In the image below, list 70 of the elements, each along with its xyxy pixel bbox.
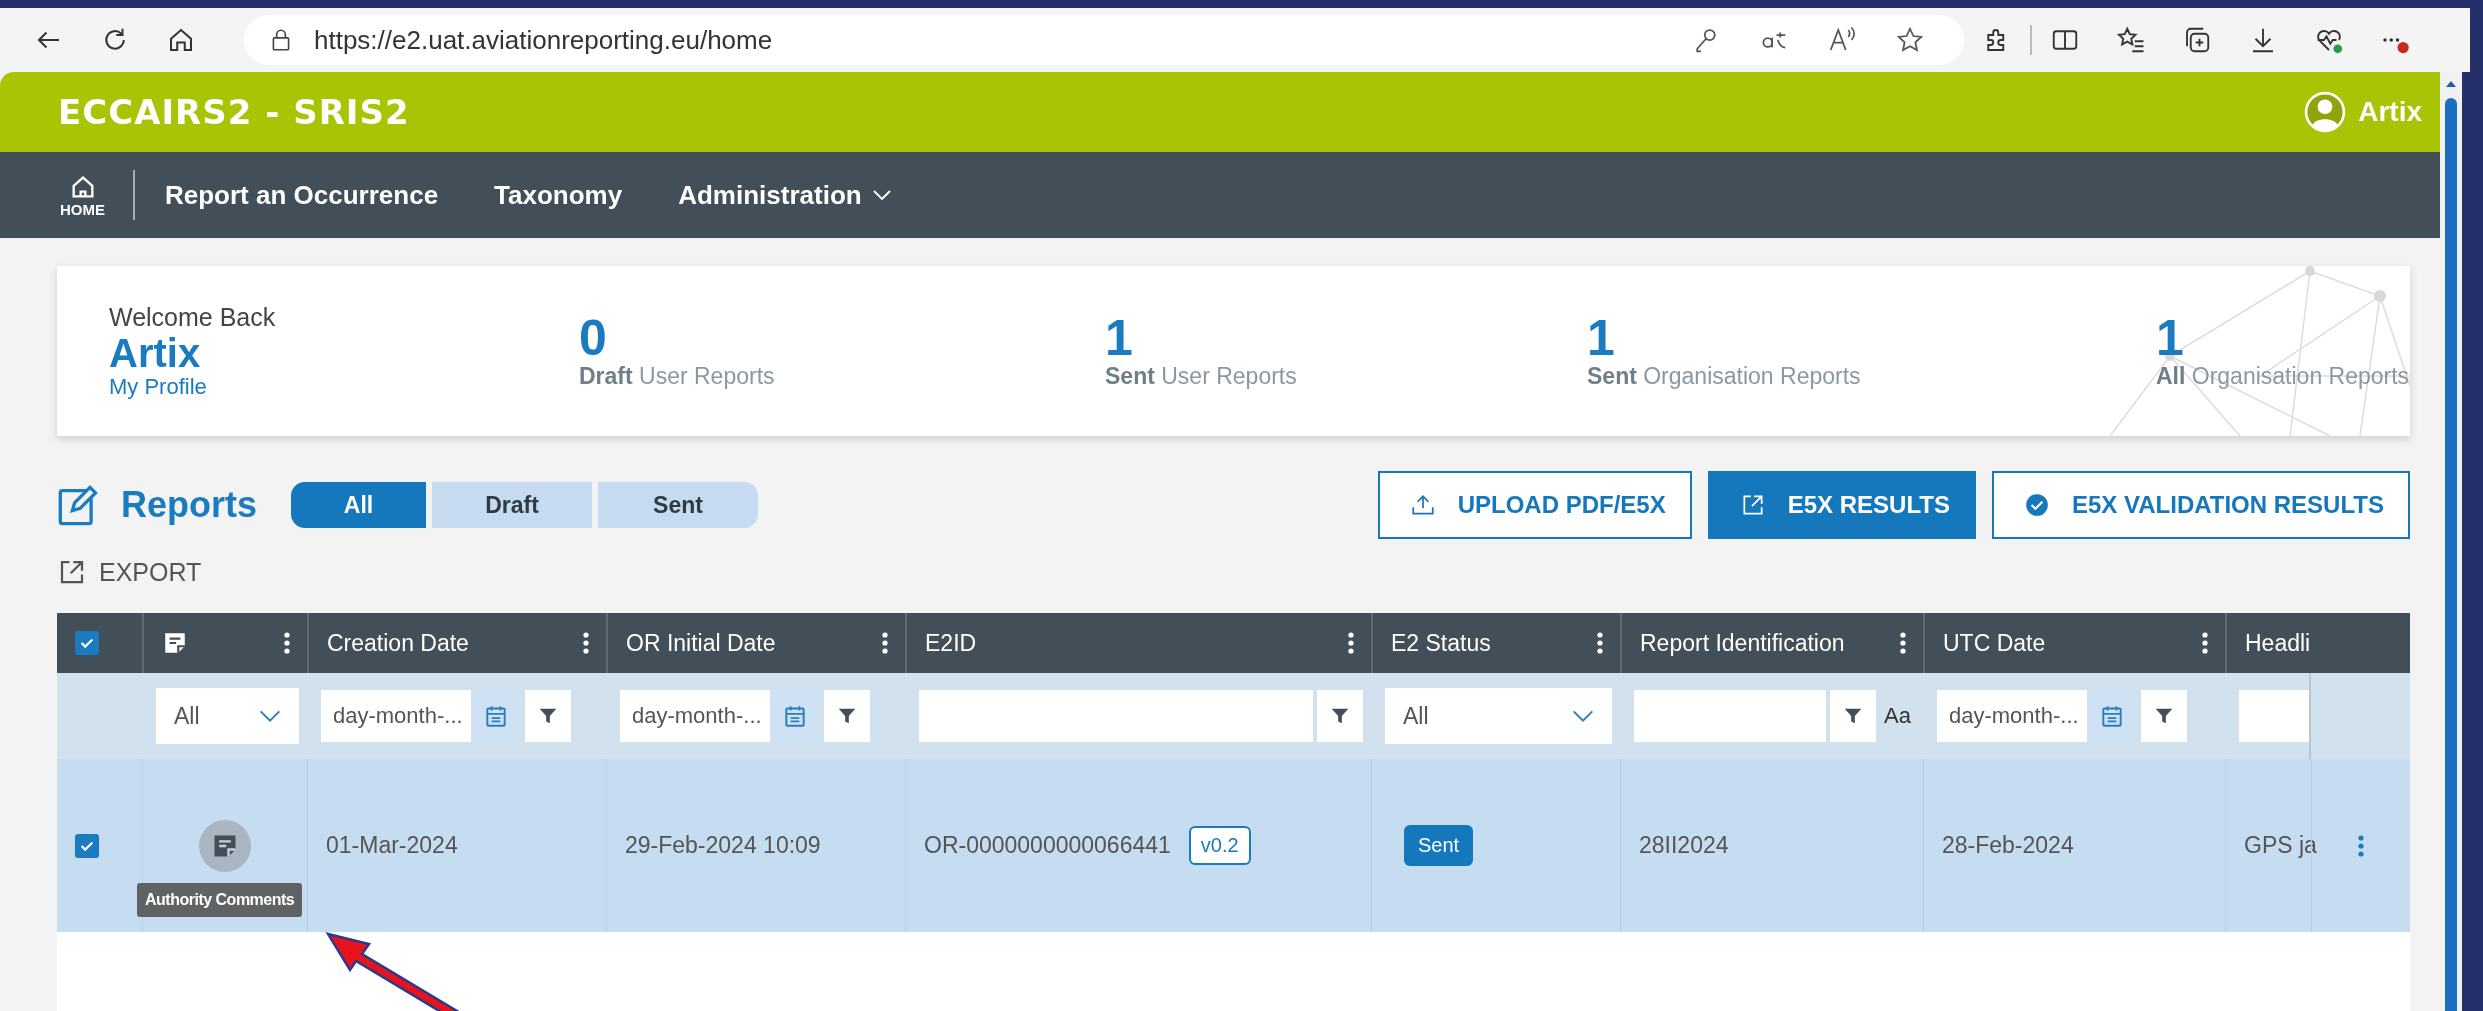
user-name: Artix [109,331,202,374]
profile-link[interactable]: My Profile [109,373,579,400]
text-field[interactable] [919,690,1313,742]
filter-button[interactable] [1830,690,1877,742]
match-case-toggle[interactable]: Aa [1880,703,1915,729]
chevron-down-icon [1570,709,1596,723]
check-circle-icon [2023,492,2050,518]
dropdown-field[interactable]: All [156,688,299,744]
kebab-menu-icon[interactable] [1899,631,1907,655]
nav-link[interactable]: Taxonomy [494,179,623,211]
kebab-menu-icon[interactable] [881,631,889,655]
table-cell: 01-Mar-2024 [326,832,458,859]
kebab-menu-icon[interactable] [283,631,291,655]
table-cell: 29-Feb-2024 10:09 [625,832,821,859]
dropdown-field[interactable]: All [1385,688,1612,744]
date-field[interactable]: day-month-... [620,690,770,742]
filter-tab[interactable]: Sent [598,482,759,528]
export-link[interactable]: EXPORT [57,557,2410,587]
user-avatar-icon[interactable] [2304,91,2347,133]
note-icon [162,630,188,656]
section-title: Reports [121,484,258,526]
nav-link[interactable]: Report an Occurrence [165,179,439,211]
action-button[interactable]: UPLOAD PDF/E5X [1377,471,1692,539]
text-field[interactable] [2239,690,2309,742]
version-badge: v0.2 [1188,826,1251,865]
filter-button[interactable] [2141,690,2187,742]
nav-link[interactable]: Administration [678,179,892,211]
comments-button[interactable] [199,819,251,872]
stat-count[interactable]: 1 [1105,312,1133,363]
filter-button[interactable] [1317,690,1363,742]
kebab-menu-icon[interactable] [1596,631,1604,655]
stat-count[interactable]: 1 [1587,312,1615,363]
row-checkbox[interactable] [75,833,99,858]
chevron-down-icon [871,189,892,201]
scroll-up-icon[interactable] [2445,80,2457,88]
action-button[interactable]: E5X RESULTS [1707,471,1976,539]
calendar-icon [2099,703,2125,729]
stat-label: All Organisation Reports [2156,362,2410,390]
stat-count[interactable]: 0 [579,312,607,363]
stat-label: Sent User Reports [1105,362,1297,390]
stat-label: Draft User Reports [579,362,775,390]
status-badge: Sent [1404,825,1474,866]
date-field[interactable]: day-month-... [321,690,471,742]
home-link[interactable]: HOME [60,172,105,218]
favorites-icon[interactable] [2116,25,2146,55]
kebab-menu-icon[interactable] [1347,631,1355,655]
table-cell: 28-Feb-2024 [1942,832,2074,859]
filter-button[interactable] [525,690,571,742]
table-cell: 28II2024 [1639,832,1729,859]
address-bar[interactable]: https://e2.uat.aviationreporting.eu/home [244,15,1964,65]
calendar-icon [782,703,808,729]
calendar-icon [483,703,509,729]
date-field[interactable]: day-month-... [1937,690,2087,742]
stat-label: Sent Organisation Reports [1587,362,1861,390]
action-button[interactable]: E5X VALIDATION RESULTS [1991,471,2410,539]
kebab-menu-icon[interactable] [582,631,590,655]
filter-button[interactable] [824,690,870,742]
select-all-checkbox[interactable] [75,631,99,655]
filter-tab[interactable]: Draft [432,482,593,528]
table-row[interactable]: Authority Comments 01-Mar-2024 29-Feb-2024 10:09 OR-0000000000066441 v0.2 Sent 28II2024 28-Feb-2024 GPS ja [57,759,2410,932]
tooltip: Authority Comments [137,883,303,917]
scrollbar-thumb[interactable] [2445,98,2457,1011]
text-field[interactable] [1634,690,1827,742]
filter-tab[interactable]: All [291,482,427,528]
chevron-down-icon [257,709,283,723]
stat-count[interactable]: 1 [2156,312,2184,363]
welcome-text: Welcome Back [109,302,277,332]
table-cell: GPS ja [2244,832,2317,859]
table-cell[interactable]: OR-0000000000066441 [924,832,1171,859]
kebab-menu-icon[interactable] [2201,631,2209,655]
